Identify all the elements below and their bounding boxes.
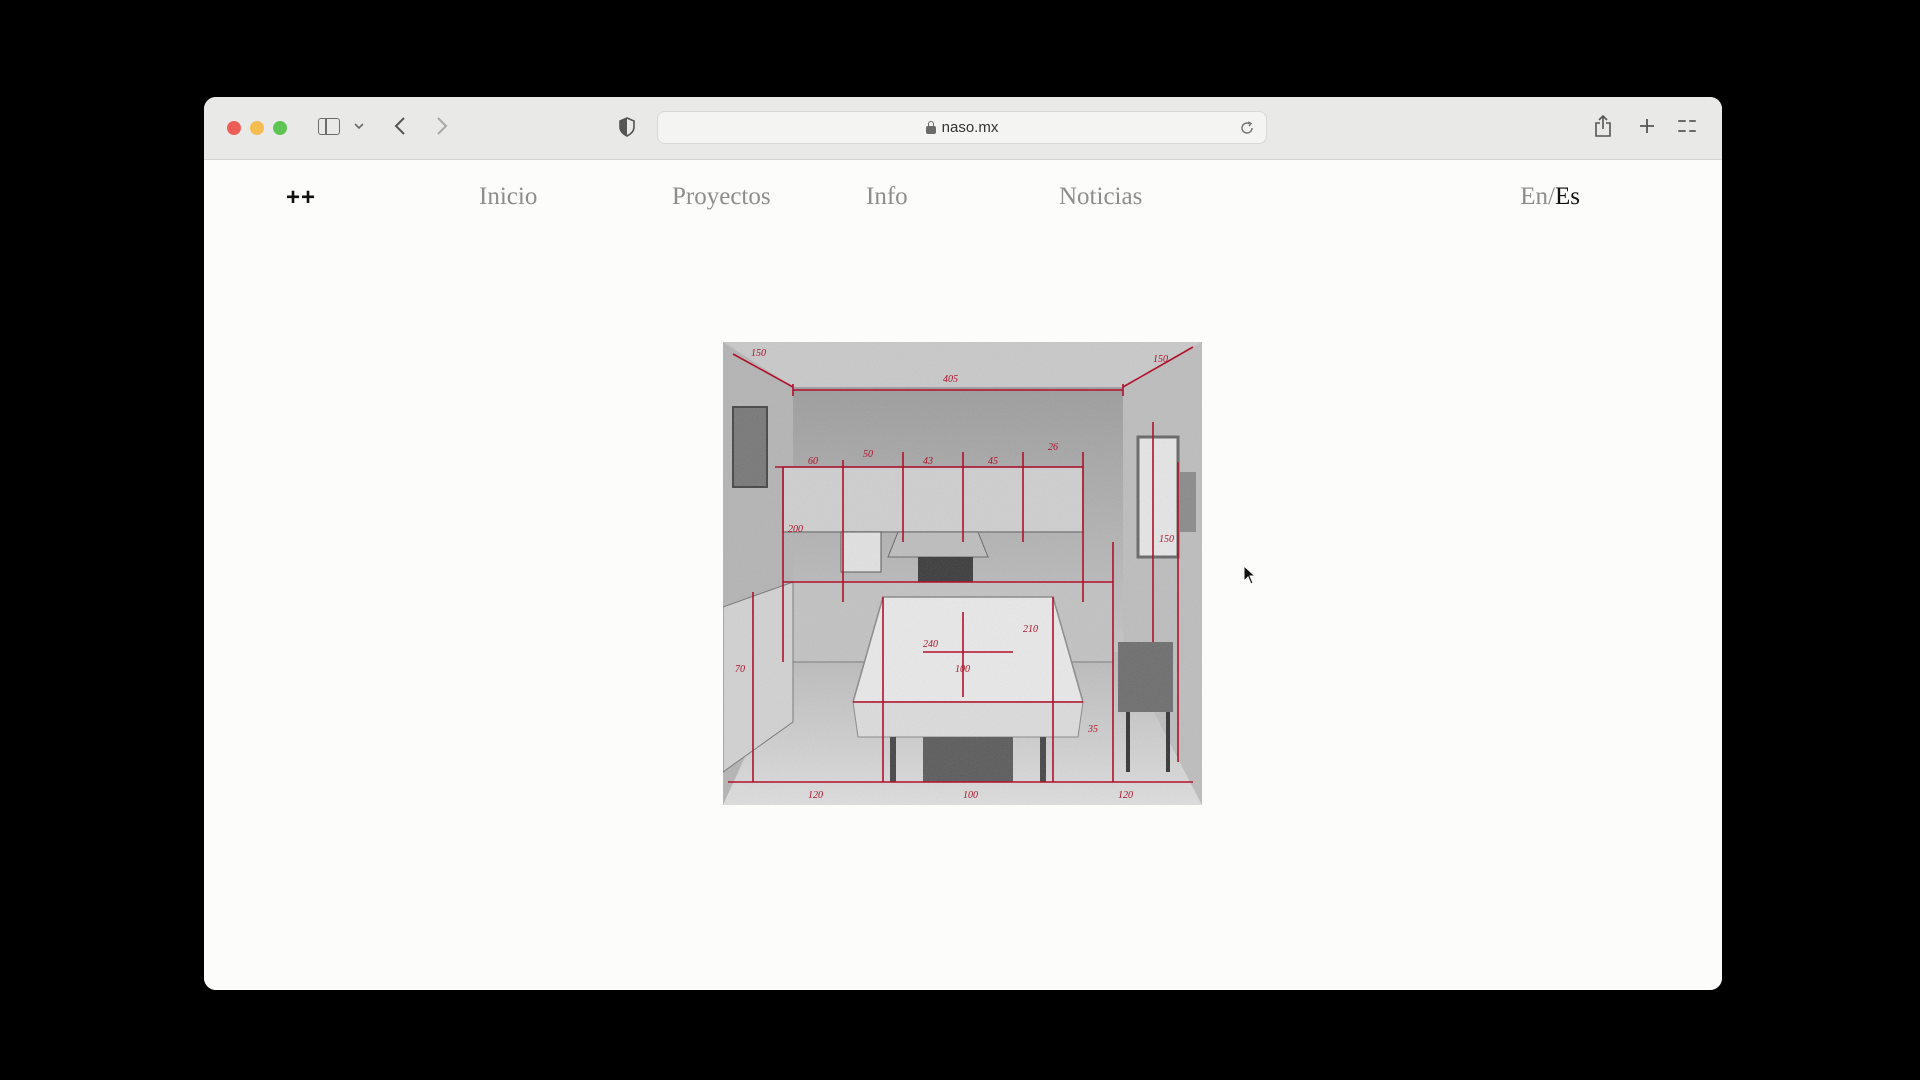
site-logo[interactable]: ++ xyxy=(286,184,316,212)
measure-label: 405 xyxy=(943,374,958,385)
nav-item-proyectos[interactable]: Proyectos xyxy=(672,183,771,211)
privacy-shield-icon[interactable] xyxy=(618,117,636,137)
new-tab-icon[interactable] xyxy=(1636,113,1658,139)
measure-label: 150 xyxy=(1153,354,1168,365)
measure-label: 240 xyxy=(923,639,938,650)
share-icon[interactable] xyxy=(1592,113,1614,139)
tab-overview-icon[interactable] xyxy=(1678,117,1696,135)
measure-label: 150 xyxy=(1159,534,1174,545)
nav-item-info[interactable]: Info xyxy=(866,183,908,211)
reload-icon[interactable] xyxy=(1238,119,1256,137)
lang-en-link[interactable]: En xyxy=(1520,183,1548,210)
measure-label: 100 xyxy=(963,790,978,801)
minimize-window-button[interactable] xyxy=(250,121,264,135)
measure-label: 120 xyxy=(808,790,823,801)
lang-separator: / xyxy=(1548,183,1555,210)
measure-label: 150 xyxy=(751,348,766,359)
lock-icon xyxy=(925,121,936,134)
back-button[interactable] xyxy=(390,111,410,141)
nav-item-inicio[interactable]: Inicio xyxy=(479,183,537,211)
measure-label: 120 xyxy=(1118,790,1133,801)
language-switch: En/Es xyxy=(1520,183,1580,211)
chevron-down-icon[interactable] xyxy=(352,115,366,137)
measure-label: 200 xyxy=(788,524,803,535)
sidebar-toggle-icon[interactable] xyxy=(318,118,340,135)
measure-label: 50 xyxy=(863,449,873,460)
url-text: naso.mx xyxy=(941,119,999,136)
measure-label: 35 xyxy=(1087,724,1098,735)
measure-label: 100 xyxy=(955,664,970,675)
measure-label: 70 xyxy=(735,664,745,675)
measure-label: 45 xyxy=(988,456,998,467)
mouse-pointer-icon xyxy=(1243,564,1257,590)
measure-label: 26 xyxy=(1048,442,1058,453)
web-page: ++ Inicio Proyectos Info Noticias En/Es xyxy=(204,160,1722,990)
measure-label: 60 xyxy=(808,456,818,467)
address-bar[interactable]: naso.mx xyxy=(657,111,1267,144)
zoom-window-button[interactable] xyxy=(273,121,287,135)
nav-item-noticias[interactable]: Noticias xyxy=(1059,183,1142,211)
measure-label: 210 xyxy=(1023,624,1038,635)
kitchen-sketch-svg: 405 150 150 200 60 50 43 45 26 150 240 2… xyxy=(722,342,1202,805)
lang-es-link[interactable]: Es xyxy=(1555,183,1580,210)
measure-label: 43 xyxy=(923,456,933,467)
forward-button[interactable] xyxy=(432,111,452,141)
hero-kitchen-image[interactable]: 405 150 150 200 60 50 43 45 26 150 240 2… xyxy=(722,342,1202,805)
browser-window: naso.mx ++ Inicio Proyectos Info Noticia… xyxy=(204,97,1722,990)
close-window-button[interactable] xyxy=(227,121,241,135)
browser-toolbar: naso.mx xyxy=(204,97,1722,160)
